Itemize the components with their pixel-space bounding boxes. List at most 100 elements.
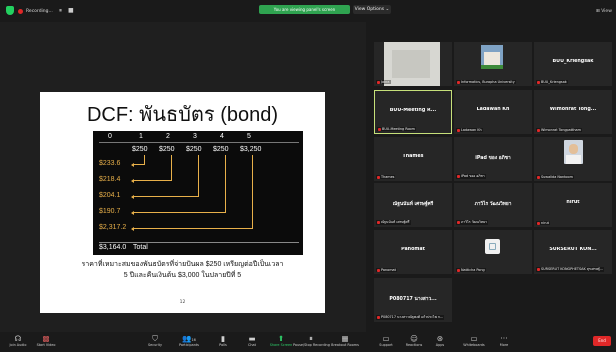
mic-muted-icon <box>377 175 380 179</box>
recording-indicator: Recording... <box>18 6 53 16</box>
view-options-button[interactable]: View Options ⌄ <box>353 5 391 14</box>
discount-arrow <box>133 196 198 197</box>
participant-tile[interactable]: iPad ของ อภิชา iPad ของ อภิชา <box>454 137 532 181</box>
mic-muted-icon <box>457 221 460 224</box>
participant-tile[interactable]: Panomat Panomat <box>374 230 452 274</box>
pause-stop-recording-button[interactable]: ⏸ Pause/Stop Recording <box>293 334 330 351</box>
discount-connector <box>252 155 253 229</box>
participants-icon: 👥16 <box>182 334 196 343</box>
security-button[interactable]: ⛉ Security <box>137 334 173 351</box>
breakout-rooms-button[interactable]: ▦ Breakout Rooms <box>327 334 363 351</box>
shield-icon: ⛉ <box>152 334 158 343</box>
participant-tile[interactable]: ภาวิไร วัฒนวิทยา ภาวิไร วัฒนวิทยา <box>454 183 532 227</box>
period-label: 1 <box>139 133 143 140</box>
presentation-slide: DCF: พันธบัตร (bond) $3,164.0 Total 0123… <box>40 92 325 313</box>
cash-flow-value: $250 <box>159 146 175 153</box>
participant-label: nirut <box>536 221 550 225</box>
view-button[interactable]: ⊞ View <box>596 9 612 14</box>
end-meeting-button[interactable]: End <box>593 336 611 346</box>
mic-muted-icon <box>457 128 460 132</box>
participant-label: Jakra <box>376 80 391 84</box>
participant-tile[interactable]: SURSERUT KON... SURSERUT KONGPHETSAK สุรเ… <box>534 230 612 274</box>
cash-flow-value: $250 <box>186 146 202 153</box>
start-video-button[interactable]: ▩ Start Video <box>28 334 64 351</box>
participant-name: iPad ของ อภิชา <box>475 156 511 161</box>
more-icon: ··· <box>500 334 508 343</box>
participant-label: BUU-Meeting Room <box>377 127 416 131</box>
participant-tile[interactable]: P080717 นางสาว... P080717 นางสาวณัฐพงศ์ แ… <box>374 278 452 322</box>
participant-label: Thames <box>376 175 396 179</box>
pause-recording-icon[interactable]: ⏸ <box>59 7 67 14</box>
mic-muted-icon <box>377 316 380 319</box>
participant-name: Ladawan Kh <box>476 107 510 112</box>
mic-muted-icon <box>377 221 380 224</box>
screen-share-banner: You are viewing panel's screen <box>259 5 350 14</box>
meeting-toolbar: ☊ Join Audio ▩ Start Video ⛉ Security 👥1… <box>0 332 616 352</box>
participant-label: Suwalida Nantoom <box>536 175 574 179</box>
participant-tile[interactable]: Thames Thames <box>374 137 452 181</box>
arrowhead-icon <box>131 162 134 167</box>
participant-label-text: Thames <box>381 175 395 179</box>
discount-connector <box>171 155 172 181</box>
top-bar: Recording... ⏸ ■ You are viewing panel's… <box>0 0 616 22</box>
shield-icon[interactable] <box>6 6 14 15</box>
period-label: 3 <box>193 133 197 140</box>
participant-tile[interactable]: Suwalida Nantoom <box>534 137 612 181</box>
mic-muted-icon <box>377 268 380 272</box>
participant-tile[interactable]: BUU-Meeting R... BUU-Meeting Room <box>374 90 452 134</box>
discount-connector <box>144 155 145 165</box>
cash-flow-value: $3,250 <box>240 146 262 153</box>
participant-tile[interactable]: ณัฐนนันท์ เศรษฐ์ศรี ณัฐนนันท์ เศรษฐ์ศรี <box>374 183 452 227</box>
participant-label: Wimonrat Tongpattham <box>536 128 582 132</box>
participant-tile[interactable]: BUU_Kriengsak BUU_Kriengsak <box>534 42 612 86</box>
period-label: 5 <box>247 133 251 140</box>
participant-tile[interactable]: Wimonrat Tong... Wimonrat Tongpattham <box>534 90 612 134</box>
caption-line-2: 5 ปีและคืนเงินต้น $3,000 ในปลายปีที่ 5 <box>123 272 242 279</box>
participant-tile[interactable]: Informatics, Burapha University <box>454 42 532 86</box>
stop-recording-icon[interactable]: ■ <box>68 7 76 14</box>
participant-label-text: Suwalida Nantoom <box>541 175 573 179</box>
participant-tile[interactable]: Ladawan Kh Ladawan Kh <box>454 90 532 134</box>
mic-muted-icon <box>537 221 540 225</box>
mic-muted-icon <box>537 128 540 132</box>
participant-name: Thames <box>402 154 424 159</box>
participant-label-text: ณัฐนนันท์ เศรษฐ์ศรี <box>381 220 410 224</box>
arrowhead-icon <box>131 178 134 183</box>
participant-label-text: Ladawan Kh <box>461 128 482 132</box>
present-value: $2,317.2 <box>99 224 127 231</box>
participant-label-text: Wimonrat Tongpattham <box>541 128 581 132</box>
discount-connector <box>225 155 226 213</box>
period-label: 2 <box>166 133 170 140</box>
participants-button[interactable]: 👥16 Participants <box>171 334 207 351</box>
participant-label: ภาวิไร วัฒนวิทยา <box>456 220 488 225</box>
present-value: $190.7 <box>99 208 121 215</box>
participant-label: BUU_Kriengsak <box>536 80 568 84</box>
participant-label-text: BUU_Kriengsak <box>541 80 567 84</box>
apps-button[interactable]: ⊛ Apps <box>422 334 458 351</box>
participant-label-text: nirut <box>541 221 549 225</box>
participant-label: Informatics, Burapha University <box>456 80 516 84</box>
participant-label: P080717 นางสาวณัฐพงศ์ แก้วประไพ ก... <box>376 315 445 320</box>
cash-flow-value: $250 <box>132 146 148 153</box>
participant-label-text: P080717 นางสาวณัฐพงศ์ แก้วประไพ ก... <box>381 315 444 319</box>
total-rule <box>99 242 299 243</box>
participant-label-text: SURSERUT KONGPHETSAK สุรเสรษฐ์... <box>541 267 604 271</box>
period-label: 0 <box>108 133 112 140</box>
participant-label-text: BUU-Meeting Room <box>382 127 415 131</box>
participant-tile[interactable]: Jakra <box>374 42 452 86</box>
mic-muted-icon <box>537 80 540 84</box>
total-label: Total <box>133 244 148 251</box>
participant-label: SURSERUT KONGPHETSAK สุรเสรษฐ์... <box>536 267 605 272</box>
discount-connector <box>198 155 199 197</box>
more-button[interactable]: ··· More <box>486 334 522 351</box>
video-feed <box>384 42 440 86</box>
mic-muted-icon <box>377 80 380 84</box>
participant-tile[interactable]: nirut nirut <box>534 183 612 227</box>
participant-tile[interactable]: Natticha Pong <box>454 230 532 274</box>
pause-stop-icon: ⏸ <box>309 334 313 343</box>
mic-muted-icon <box>457 268 460 272</box>
participant-name: SURSERUT KON... <box>549 247 597 252</box>
discount-arrow <box>133 228 252 229</box>
participant-name: BUU_Kriengsak <box>552 59 594 64</box>
mic-muted-icon <box>537 268 540 271</box>
